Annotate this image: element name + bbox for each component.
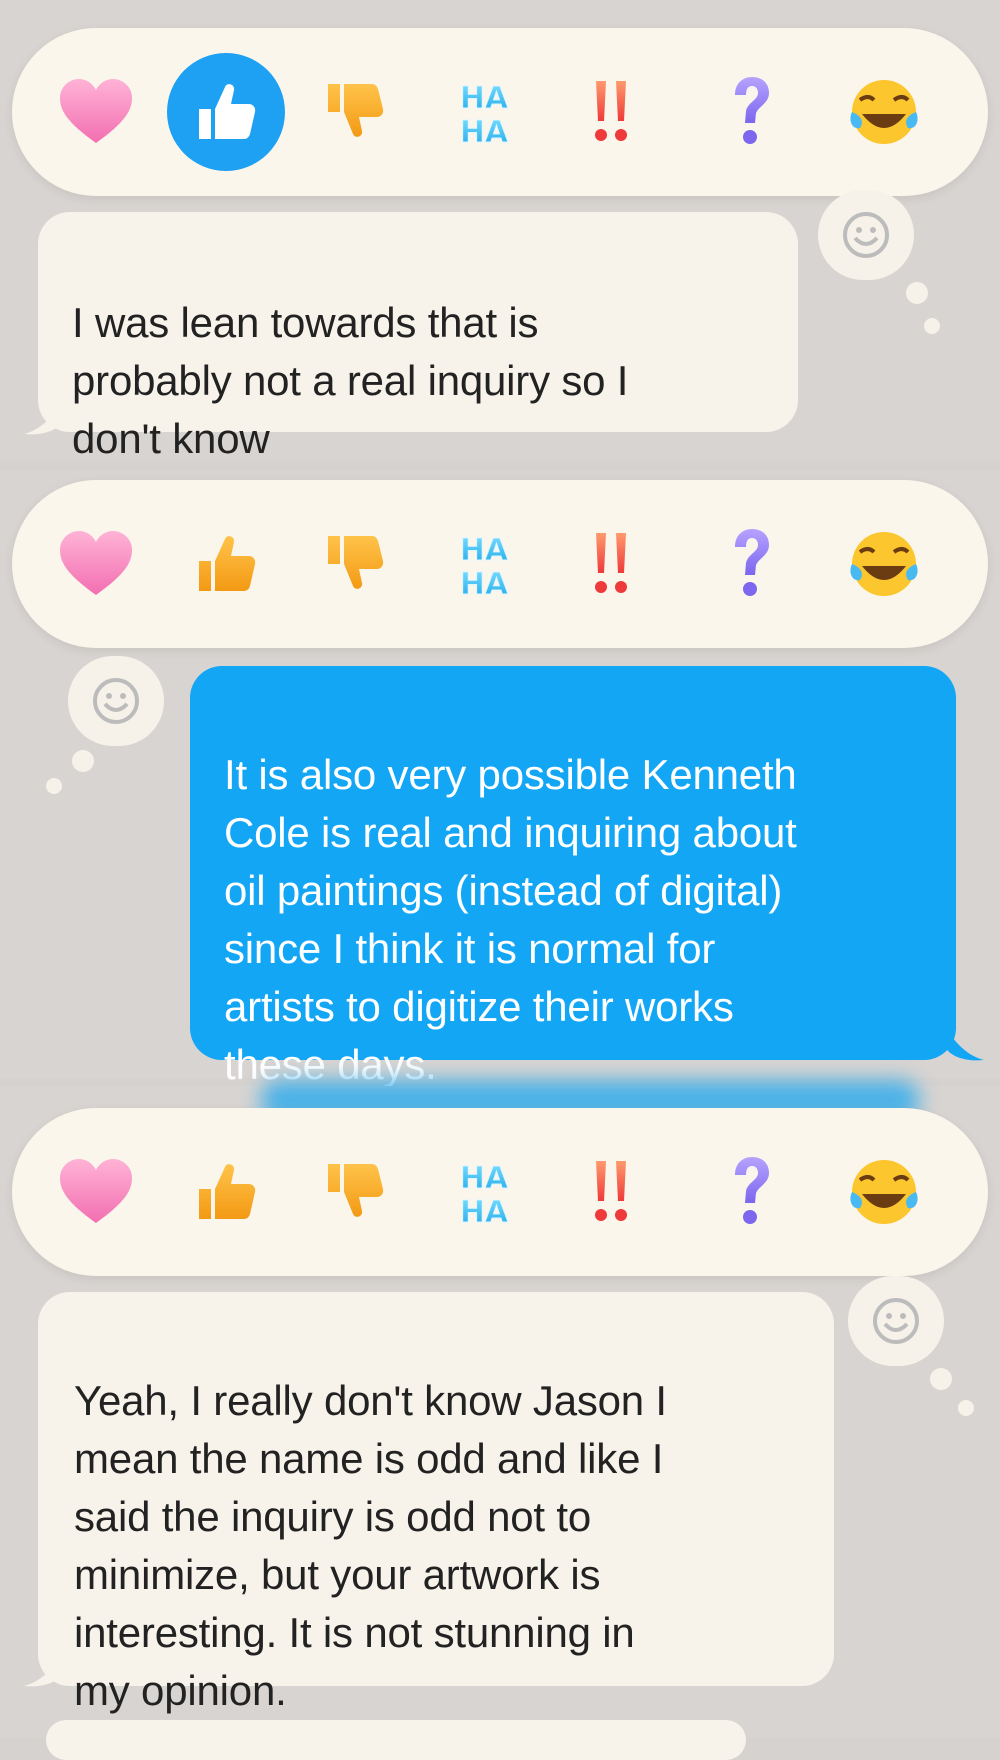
question-icon[interactable] xyxy=(695,1137,805,1247)
smiley-icon xyxy=(93,678,139,724)
thumbs-down-icon[interactable] xyxy=(301,1137,411,1247)
exclamation-icon[interactable] xyxy=(557,1137,667,1247)
thumbs-up-icon[interactable] xyxy=(171,509,281,619)
svg-text:HA: HA xyxy=(460,115,509,150)
message-text: Yeah, I really don't know Jason I mean t… xyxy=(74,1377,667,1714)
smiley-icon xyxy=(873,1298,919,1344)
bubble-tail xyxy=(24,1652,64,1687)
heart-icon[interactable] xyxy=(41,509,151,619)
svg-text:HA: HA xyxy=(460,1161,509,1196)
haha-icon[interactable]: HA HA xyxy=(429,57,539,167)
thumbs-down-icon[interactable] xyxy=(301,509,411,619)
question-icon[interactable] xyxy=(695,509,805,619)
reaction-panel-3: HA HA Yeah, I really don't know Jason I m… xyxy=(0,1080,1000,1760)
heart-icon[interactable] xyxy=(41,57,151,167)
reaction-panel-2: HA HA It is also very possible Kenneth Co… xyxy=(0,470,1000,1088)
svg-text:HA: HA xyxy=(460,533,509,568)
add-reaction-button[interactable] xyxy=(848,1276,944,1366)
message-bubble[interactable]: I was lean towards that is probably not … xyxy=(38,212,798,462)
tapback-bar: HA HA xyxy=(12,1108,988,1276)
laughing-emoji-icon[interactable] xyxy=(829,509,939,619)
message-bubble[interactable]: It is also very possible Kenneth Cole is… xyxy=(190,666,956,1088)
svg-text:HA: HA xyxy=(460,81,509,116)
reaction-panel-1: HA HA I was lean towards that is probably… xyxy=(0,0,1000,462)
tapback-bar: HA HA xyxy=(12,28,988,196)
svg-text:HA: HA xyxy=(460,1195,509,1230)
exclamation-icon[interactable] xyxy=(557,57,667,167)
laughing-emoji-icon[interactable] xyxy=(829,57,939,167)
bubble-tail xyxy=(944,1026,984,1061)
heart-icon[interactable] xyxy=(41,1137,151,1247)
add-reaction-button[interactable] xyxy=(818,190,914,280)
bubble-tail xyxy=(24,400,64,435)
thumbs-up-icon[interactable] xyxy=(171,1137,281,1247)
haha-icon[interactable]: HA HA xyxy=(429,509,539,619)
add-reaction-button[interactable] xyxy=(68,656,164,746)
thumbs-up-icon[interactable] xyxy=(167,53,285,171)
question-icon[interactable] xyxy=(695,57,805,167)
svg-text:HA: HA xyxy=(460,567,509,602)
message-bubble[interactable]: Yeah, I really don't know Jason I mean t… xyxy=(38,1292,834,1714)
exclamation-icon[interactable] xyxy=(557,509,667,619)
smiley-icon xyxy=(843,212,889,258)
thumbs-down-icon[interactable] xyxy=(301,57,411,167)
message-text: It is also very possible Kenneth Cole is… xyxy=(224,751,797,1088)
laughing-emoji-icon[interactable] xyxy=(829,1137,939,1247)
haha-icon[interactable]: HA HA xyxy=(429,1137,539,1247)
tapback-bar: HA HA xyxy=(12,480,988,648)
